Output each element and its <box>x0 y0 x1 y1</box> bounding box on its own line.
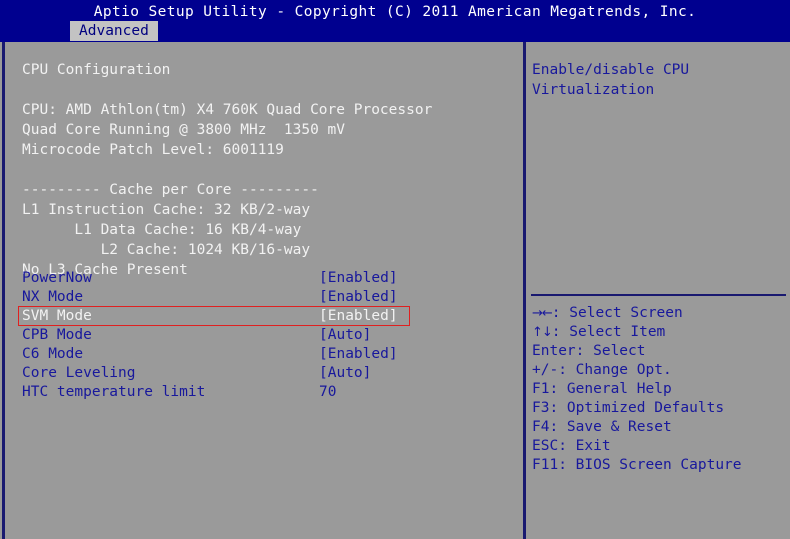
setting-label: PowerNow <box>22 268 92 289</box>
key-hint-label: : Select Screen <box>552 305 683 321</box>
content-frame: CPU Configuration CPU: AMD Athlon(tm) X4… <box>0 42 790 539</box>
bios-setup-screen: Aptio Setup Utility - Copyright (C) 2011… <box>0 0 790 539</box>
up-down-arrow-icon: ↑↓ <box>532 325 552 340</box>
left-right-arrow-icon: →← <box>532 306 552 321</box>
setting-label: NX Mode <box>22 287 83 308</box>
cpu-info-line-2: Quad Core Running @ 3800 MHz 1350 mV <box>22 120 345 140</box>
help-description-line-2: Virtualization <box>532 80 654 100</box>
setting-row-core-leveling[interactable]: Core Leveling [Auto] <box>14 363 412 384</box>
cache-line-l2: L2 Cache: 1024 KB/16-way <box>22 240 310 260</box>
cache-section-header: --------- Cache per Core --------- <box>22 180 319 200</box>
key-hint-change-opt: +/-: Change Opt. <box>532 361 672 380</box>
setting-label: C6 Mode <box>22 344 83 365</box>
cache-line-l1d: L1 Data Cache: 16 KB/4-way <box>22 220 301 240</box>
help-description-line-1: Enable/disable CPU <box>532 60 689 80</box>
setting-row-cpb-mode[interactable]: CPB Mode [Auto] <box>14 325 412 346</box>
setting-row-svm-mode[interactable]: SVM Mode [Enabled] <box>14 306 412 327</box>
setting-value[interactable]: [Enabled] <box>319 344 398 365</box>
setting-value[interactable]: 70 <box>319 382 336 403</box>
key-hint-select-screen: →←: Select Screen <box>532 304 683 323</box>
key-hint-general-help: F1: General Help <box>532 380 672 399</box>
key-hint-bios-screen-capture: F11: BIOS Screen Capture <box>532 456 742 475</box>
key-hint-save-reset: F4: Save & Reset <box>532 418 672 437</box>
setting-row-nx-mode[interactable]: NX Mode [Enabled] <box>14 287 412 308</box>
key-hint-optimized-defaults: F3: Optimized Defaults <box>532 399 724 418</box>
page-title: Aptio Setup Utility - Copyright (C) 2011… <box>0 2 790 22</box>
section-title: CPU Configuration <box>22 60 170 80</box>
tab-advanced[interactable]: Advanced <box>70 21 158 41</box>
key-hint-esc-exit: ESC: Exit <box>532 437 611 456</box>
setting-value[interactable]: [Enabled] <box>319 287 398 308</box>
key-hint-enter-select: Enter: Select <box>532 342 646 361</box>
setting-value[interactable]: [Auto] <box>319 325 371 346</box>
setting-value[interactable]: [Enabled] <box>319 268 398 289</box>
setting-row-c6-mode[interactable]: C6 Mode [Enabled] <box>14 344 412 365</box>
tab-strip: Advanced <box>0 21 790 42</box>
setting-value[interactable]: [Enabled] <box>319 306 398 327</box>
setting-label: CPB Mode <box>22 325 92 346</box>
setting-label: Core Leveling <box>22 363 136 384</box>
help-separator <box>531 294 786 296</box>
setting-row-htc-temperature-limit[interactable]: HTC temperature limit 70 <box>14 382 412 403</box>
setting-label: SVM Mode <box>22 306 92 327</box>
cpu-info-line-3: Microcode Patch Level: 6001119 <box>22 140 284 160</box>
setting-value[interactable]: [Auto] <box>319 363 371 384</box>
key-hint-select-item: ↑↓: Select Item <box>532 323 665 342</box>
key-hint-label: : Select Item <box>552 324 666 340</box>
frame-left-border <box>2 42 5 539</box>
cpu-info-line-1: CPU: AMD Athlon(tm) X4 760K Quad Core Pr… <box>22 100 432 120</box>
setting-label: HTC temperature limit <box>22 382 205 403</box>
cache-line-l1i: L1 Instruction Cache: 32 KB/2-way <box>22 200 310 220</box>
help-panel: Enable/disable CPU Virtualization →←: Se… <box>526 42 790 539</box>
settings-panel: CPU Configuration CPU: AMD Athlon(tm) X4… <box>8 42 520 539</box>
setting-row-powernow[interactable]: PowerNow [Enabled] <box>14 268 412 289</box>
